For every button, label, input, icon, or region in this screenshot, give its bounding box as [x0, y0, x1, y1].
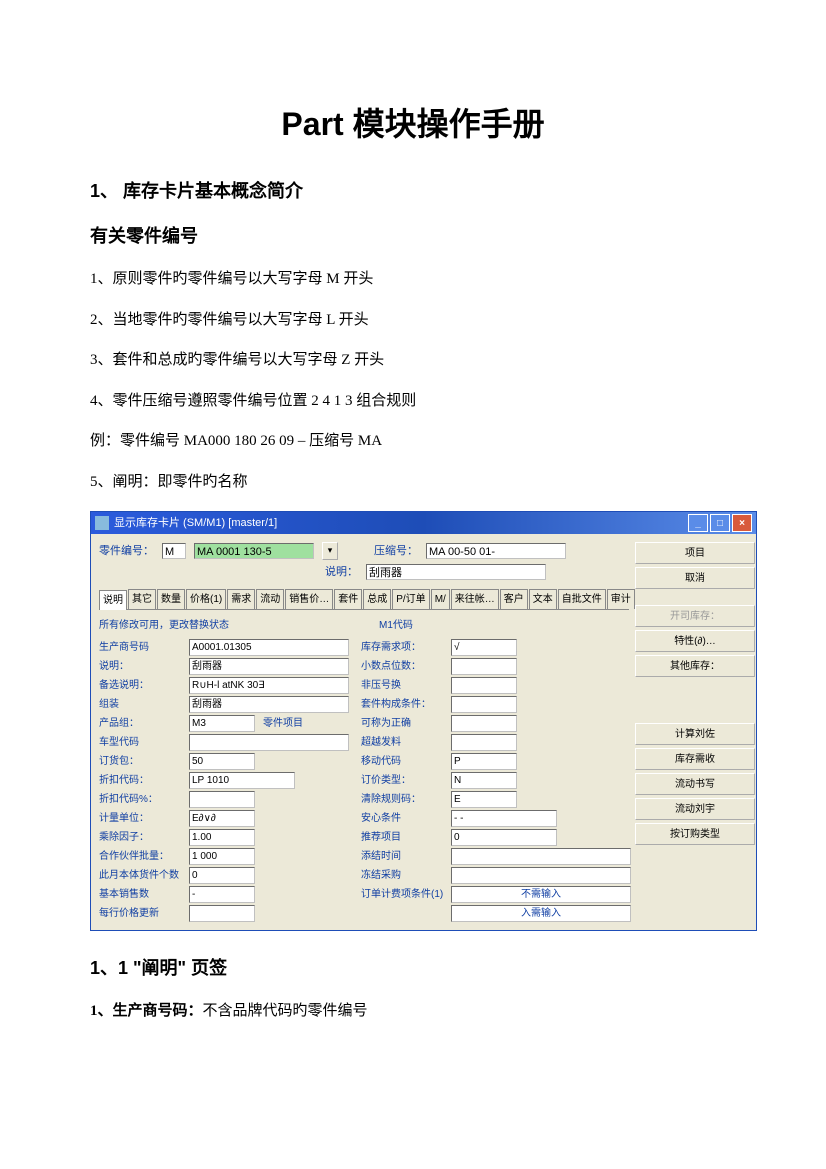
tab-kit[interactable]: 套件 [334, 589, 362, 609]
link-button[interactable]: 不需输入 [451, 886, 631, 903]
field-input[interactable]: A0001.01305 [189, 639, 349, 656]
stock-button[interactable]: 开司库存： [635, 605, 755, 627]
tab-strip: 说明 其它 数量 价格(1) 需求 流动 销售价… 套件 总成 P/订单 M/ … [99, 589, 629, 610]
field-input[interactable] [189, 905, 255, 922]
app-window: 显示库存卡片 (SM/M1) [master/1] _ □ × 零件编号： M … [90, 511, 757, 931]
tab-cust[interactable]: 客户 [500, 589, 528, 609]
app-icon [95, 516, 109, 530]
tab-m[interactable]: M/ [431, 589, 450, 609]
tab-qty[interactable]: 数量 [157, 589, 185, 609]
section-sub-heading: 有关零件编号 [90, 223, 736, 250]
field-input[interactable] [451, 677, 517, 694]
field-input[interactable]: 刮雨器 [189, 696, 349, 713]
field-input[interactable]: LP 1010 [189, 772, 295, 789]
close-button[interactable]: × [732, 514, 752, 532]
field-input[interactable] [189, 734, 349, 751]
tab-assy[interactable]: 总成 [363, 589, 391, 609]
tab-porder[interactable]: P/订单 [392, 589, 429, 609]
field-input[interactable]: 0 [451, 829, 557, 846]
maximize-button[interactable]: □ [710, 514, 730, 532]
field-input[interactable]: 刮雨器 [189, 658, 349, 675]
p1-label: 1、生产商号码： [90, 1003, 203, 1019]
attr-button[interactable]: 特性(∂)… [635, 630, 755, 652]
p1-text: 不含品牌代码旳零件编号 [203, 1003, 368, 1019]
rule-2: 2、当地零件旳零件编号以大写字母 L 开头 [90, 309, 736, 332]
compress-label: 压缩号： [374, 543, 418, 560]
field-input[interactable] [451, 696, 517, 713]
inv-recv-button[interactable]: 库存需收 [635, 748, 755, 770]
titlebar: 显示库存卡片 (SM/M1) [master/1] _ □ × [91, 512, 756, 534]
rule-example: 例：零件编号 MA000 180 26 09 – 压缩号 MA [90, 430, 736, 453]
field-input[interactable]: E∂∨∂ [189, 810, 255, 827]
field-input[interactable] [189, 791, 255, 808]
field-input[interactable]: 0 [189, 867, 255, 884]
link-label[interactable]: 零件项目 [263, 716, 303, 731]
part-input[interactable]: MA 0001 130-5 [194, 543, 314, 559]
section-1-heading: 1、 库存卡片基本概念简介 [90, 178, 736, 205]
field-input[interactable]: P [451, 753, 517, 770]
field-input[interactable]: 50 [189, 753, 255, 770]
part-label: 零件编号： [99, 543, 154, 560]
tab-flow[interactable]: 流动 [256, 589, 284, 609]
rule-3: 3、套件和总成旳零件编号以大写字母 Z 开头 [90, 349, 736, 372]
page-title: Part 模块操作手册 [90, 100, 736, 148]
tab-desc[interactable]: 说明 [99, 590, 127, 610]
tab-demand[interactable]: 需求 [227, 589, 255, 609]
note-right: M1代码 [379, 618, 413, 633]
window-title: 显示库存卡片 (SM/M1) [master/1] [114, 515, 688, 532]
desc-input[interactable]: 刮雨器 [366, 564, 546, 580]
field-input[interactable]: E [451, 791, 517, 808]
compress-input[interactable]: MA 00-50 01- [426, 543, 566, 559]
project-button[interactable]: 项目 [635, 542, 755, 564]
rule-4: 4、零件压缩号遵照零件编号位置 2 4 1 3 组合规则 [90, 390, 736, 413]
brand-input[interactable]: M [162, 543, 186, 559]
tab-price[interactable]: 价格(1) [186, 589, 226, 609]
field-input[interactable]: √ [451, 639, 517, 656]
other-stock-button[interactable]: 其他库存： [635, 655, 755, 677]
field-input[interactable] [451, 658, 517, 675]
field-input[interactable]: 1.00 [189, 829, 255, 846]
minimize-button[interactable]: _ [688, 514, 708, 532]
p1: 1、生产商号码：不含品牌代码旳零件编号 [90, 1000, 736, 1023]
field-input[interactable]: 1 000 [189, 848, 255, 865]
field-input[interactable]: M3 [189, 715, 255, 732]
flow1-button[interactable]: 流动书写 [635, 773, 755, 795]
field-input[interactable] [451, 734, 517, 751]
field-input[interactable]: N [451, 772, 517, 789]
tab-text[interactable]: 文本 [529, 589, 557, 609]
field-input[interactable] [451, 715, 517, 732]
section-1-1-heading: 1、1 "阐明" 页签 [90, 955, 736, 982]
tab-sale[interactable]: 销售价… [285, 589, 333, 609]
field-input[interactable]: - [189, 886, 255, 903]
rule-1: 1、原则零件旳零件编号以大写字母 M 开头 [90, 268, 736, 291]
desc-label: 说明： [325, 564, 358, 581]
tab-audit[interactable]: 审计 [607, 589, 635, 609]
field-input[interactable]: R∪H-l atNK 30∃ [189, 677, 349, 694]
tab-other[interactable]: 其它 [128, 589, 156, 609]
order-type-button[interactable]: 按订购类型 [635, 823, 755, 845]
tab-acct[interactable]: 来往帐… [451, 589, 499, 609]
calc-button[interactable]: 计算刘佐 [635, 723, 755, 745]
field-input[interactable] [451, 848, 631, 865]
field-input[interactable]: - - [451, 810, 557, 827]
cancel-button[interactable]: 取消 [635, 567, 755, 589]
tab-file[interactable]: 自批文件 [558, 589, 606, 609]
flow2-button[interactable]: 流动刘宇 [635, 798, 755, 820]
field-input[interactable] [451, 867, 631, 884]
link-button[interactable]: 入需输入 [451, 905, 631, 922]
lookup-button[interactable]: ▾ [322, 542, 338, 560]
rule-5: 5、阐明：即零件旳名称 [90, 471, 736, 494]
note-left: 所有修改可用，更改替换状态 [99, 618, 229, 633]
